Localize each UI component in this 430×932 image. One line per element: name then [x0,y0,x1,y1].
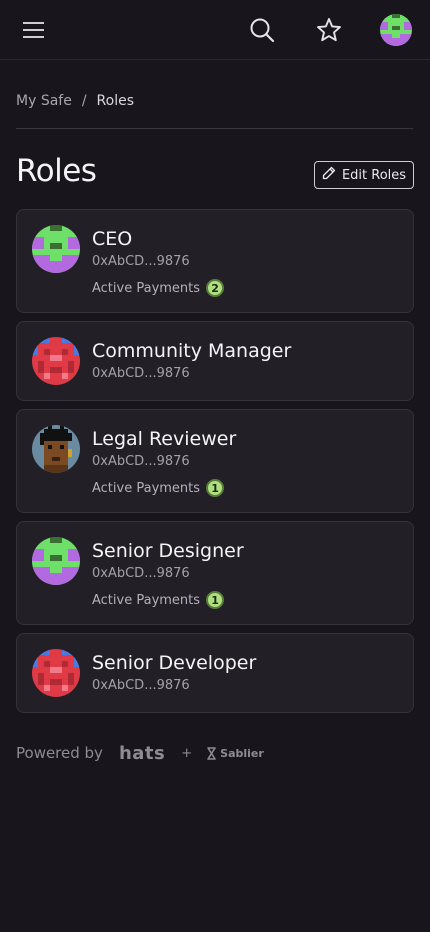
active-payments-label: Active Payments [92,280,201,296]
pencil-icon [322,166,336,184]
role-card-community-manager[interactable]: Community Manager 0xAbCD...9876 [16,321,414,401]
active-payments: Active Payments 1 [92,591,225,609]
role-avatar [32,225,80,273]
role-avatar [32,537,80,585]
sablier-label: Sablier [220,746,264,760]
role-address: 0xAbCD...9876 [92,366,190,381]
role-avatar [32,425,80,473]
hamburger-menu-icon[interactable] [18,14,50,46]
breadcrumb-separator: / [81,93,87,109]
active-payments-label: Active Payments [92,480,201,496]
role-avatar [32,337,80,385]
active-payments: Active Payments 1 [92,479,225,497]
active-payments-label: Active Payments [92,592,201,608]
role-name: Community Manager [92,340,292,362]
breadcrumb-my-safe[interactable]: My Safe [16,93,72,128]
role-address: 0xAbCD...9876 [92,254,190,269]
role-address: 0xAbCD...9876 [92,678,190,693]
powered-by-footer: Powered by hats + Sablier [16,742,264,764]
search-icon[interactable] [246,14,278,46]
role-card-legal-reviewer[interactable]: Legal Reviewer 0xAbCD...9876 Active Paym… [16,409,414,513]
page-title: Roles [16,153,97,189]
sablier-logo[interactable]: Sablier [206,747,264,760]
sablier-icon [207,746,216,760]
payments-count-badge: 1 [206,479,225,497]
role-name: Legal Reviewer [92,428,237,450]
payments-count-badge: 1 [206,591,225,609]
payments-count-badge: 2 [206,279,225,297]
top-bar [0,0,430,60]
role-card-senior-developer[interactable]: Senior Developer 0xAbCD...9876 [16,633,414,713]
star-icon[interactable] [313,14,345,46]
powered-by-label: Powered by [16,744,103,762]
role-name: CEO [92,228,133,250]
role-card-ceo[interactable]: CEO 0xAbCD...9876 Active Payments 2 [16,209,414,313]
role-address: 0xAbCD...9876 [92,454,190,469]
account-avatar[interactable] [380,14,412,46]
role-card-senior-designer[interactable]: Senior Designer 0xAbCD...9876 Active Pay… [16,521,414,625]
role-avatar [32,649,80,697]
breadcrumb-current: Roles [96,93,135,109]
breadcrumb: My Safe / Roles [16,93,413,129]
plus-separator: + [181,745,193,761]
active-payments: Active Payments 2 [92,279,225,297]
edit-roles-label: Edit Roles [341,167,407,183]
role-name: Senior Designer [92,540,244,562]
hats-logo[interactable]: hats [119,743,165,764]
role-address: 0xAbCD...9876 [92,566,190,581]
edit-roles-button[interactable]: Edit Roles [314,161,414,189]
role-name: Senior Developer [92,652,257,674]
